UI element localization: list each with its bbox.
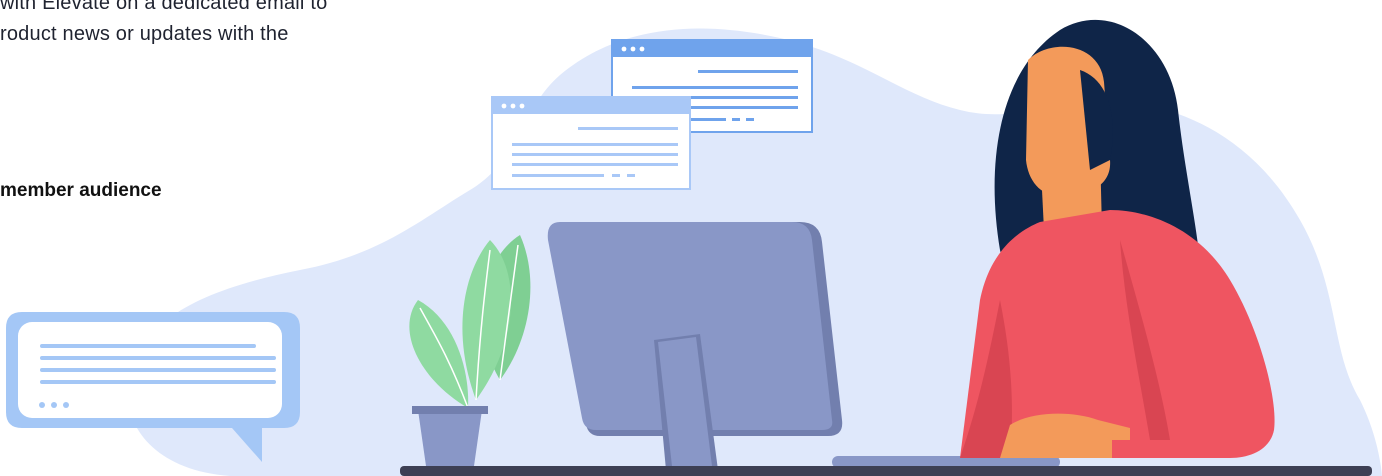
workspace-illustration — [6, 19, 1382, 476]
browser-window-front — [491, 96, 691, 190]
computer-monitor — [547, 222, 843, 470]
desk — [400, 466, 1372, 476]
